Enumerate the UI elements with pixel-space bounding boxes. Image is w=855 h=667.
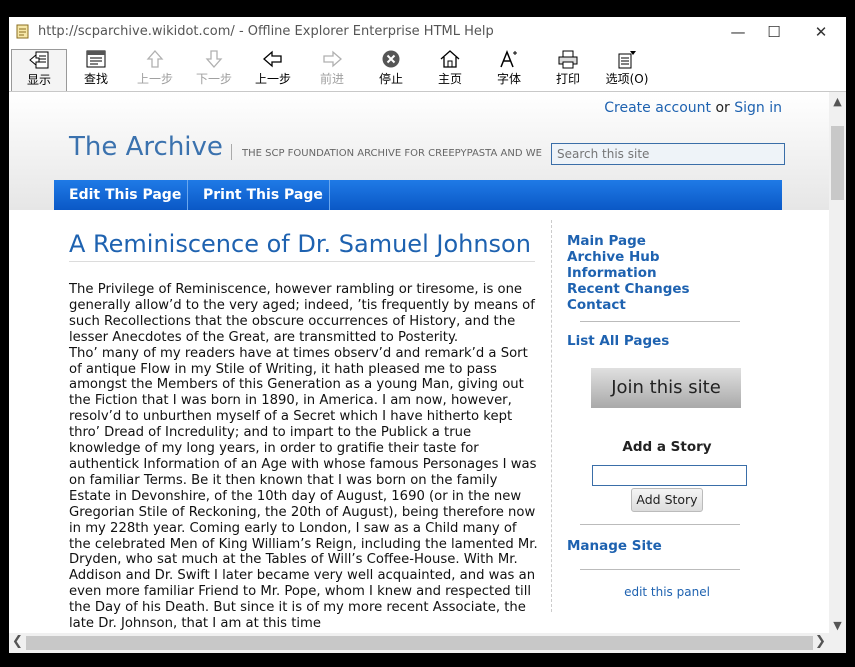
scroll-left-icon[interactable]: ❮: [9, 634, 26, 649]
scrollbar-corner: [829, 633, 846, 653]
sidebar-link-contact[interactable]: Contact: [567, 297, 747, 313]
print-button[interactable]: 打印: [541, 49, 595, 91]
back-button[interactable]: 上一步: [246, 49, 300, 91]
vertical-scrollbar[interactable]: ▲ ▼: [829, 92, 846, 633]
next-topic-label: 下一步: [195, 72, 232, 86]
sidebar-link-recent-changes[interactable]: Recent Changes: [567, 281, 747, 297]
find-label: 查找: [83, 72, 108, 86]
home-icon: [440, 50, 460, 68]
show-icon: [29, 51, 49, 69]
page-options-bar: Edit This Page Print This Page: [54, 180, 782, 210]
column-divider: [551, 220, 553, 612]
sidebar-link-information[interactable]: Information: [567, 265, 747, 281]
sign-in-link[interactable]: Sign in: [734, 100, 782, 116]
article-paragraph: Tho’ many of my readers have at times ob…: [69, 345, 538, 632]
title-bar: http://scparchive.wikidot.com/ - Offline…: [9, 17, 846, 47]
up-arrow-icon: [146, 50, 164, 68]
print-page-button[interactable]: Print This Page: [188, 180, 338, 210]
font-button[interactable]: 字体: [482, 49, 536, 91]
toolbar: 显示 查找 上一步 下一步 上一步 前进 停止 主页 字体 打印 选项(O): [9, 47, 846, 93]
find-icon: [86, 50, 106, 68]
title-underline: [69, 261, 535, 262]
home-label: 主页: [437, 72, 462, 86]
home-button[interactable]: 主页: [423, 49, 477, 91]
minimize-button[interactable]: —: [723, 20, 753, 44]
sidebar-divider: [580, 569, 740, 570]
account-links: Create account or Sign in: [604, 100, 782, 116]
help-document-icon: [16, 24, 29, 39]
stop-button[interactable]: 停止: [364, 49, 418, 91]
add-story-heading: Add a Story: [622, 439, 712, 455]
nav-divider: [329, 180, 330, 210]
horizontal-scroll-thumb[interactable]: [26, 636, 813, 650]
edit-page-button[interactable]: Edit This Page: [54, 180, 196, 210]
join-site-button[interactable]: Join this site: [591, 368, 741, 408]
html-view: Create account or Sign in The Archive TH…: [9, 92, 829, 633]
forward-button[interactable]: 前进: [305, 49, 359, 91]
title-divider: [231, 144, 232, 160]
maximize-button[interactable]: ☐: [759, 20, 789, 44]
back-label: 上一步: [254, 72, 291, 86]
font-icon: [500, 49, 517, 68]
article-paragraph: The Privilege of Reminiscence, however r…: [69, 282, 535, 345]
edit-panel-link[interactable]: edit this panel: [567, 585, 767, 599]
scroll-down-icon[interactable]: ▼: [829, 619, 846, 632]
next-topic-button[interactable]: 下一步: [187, 49, 241, 91]
options-icon: [618, 51, 636, 69]
sidebar-divider: [580, 524, 740, 525]
horizontal-scrollbar[interactable]: ❮ ❯: [9, 633, 829, 653]
stop-label: 停止: [378, 72, 403, 86]
side-panel: Main Page Archive Hub Information Recent…: [567, 233, 747, 599]
print-label: 打印: [555, 72, 580, 86]
sidebar-link-main-page[interactable]: Main Page: [567, 233, 747, 249]
down-arrow-icon: [205, 50, 223, 68]
previous-topic-button[interactable]: 上一步: [128, 49, 182, 91]
site-subtitle: THE SCP FOUNDATION ARCHIVE FOR CREEPYPAS…: [242, 148, 542, 159]
scroll-right-icon[interactable]: ❯: [812, 634, 829, 649]
find-button[interactable]: 查找: [69, 49, 123, 91]
print-icon: [558, 50, 578, 69]
sidebar-link-list-all-pages[interactable]: List All Pages: [567, 333, 669, 349]
browser-window: http://scparchive.wikidot.com/ - Offline…: [9, 17, 846, 653]
forward-label: 前进: [319, 72, 344, 86]
show-button[interactable]: 显示: [11, 49, 67, 93]
sidebar-divider: [580, 321, 740, 322]
stop-icon: [382, 50, 400, 68]
site-title[interactable]: The Archive: [69, 132, 223, 162]
font-label: 字体: [496, 72, 521, 86]
previous-topic-label: 上一步: [136, 72, 173, 86]
close-button[interactable]: ✕: [806, 20, 836, 44]
create-account-link[interactable]: Create account: [604, 100, 711, 116]
search-input[interactable]: [551, 143, 785, 165]
forward-arrow-icon: [323, 50, 342, 68]
vertical-scroll-thumb[interactable]: [831, 126, 844, 200]
add-story-button[interactable]: Add Story: [631, 488, 703, 512]
scroll-up-icon[interactable]: ▲: [829, 95, 846, 108]
options-label: 选项(O): [605, 72, 649, 86]
story-name-input[interactable]: [592, 465, 747, 486]
options-button[interactable]: 选项(O): [600, 49, 654, 91]
show-label: 显示: [26, 73, 51, 87]
account-or-text: or: [715, 100, 730, 116]
sidebar-link-manage-site[interactable]: Manage Site: [567, 538, 662, 554]
page-title: A Reminiscence of Dr. Samuel Johnson: [69, 230, 531, 258]
sidebar-link-archive-hub[interactable]: Archive Hub: [567, 249, 747, 265]
page-content: A Reminiscence of Dr. Samuel Johnson The…: [54, 210, 782, 633]
back-arrow-icon: [263, 50, 282, 68]
window-title: http://scparchive.wikidot.com/ - Offline…: [38, 24, 494, 39]
article-body: The Privilege of Reminiscence, however r…: [69, 282, 539, 632]
